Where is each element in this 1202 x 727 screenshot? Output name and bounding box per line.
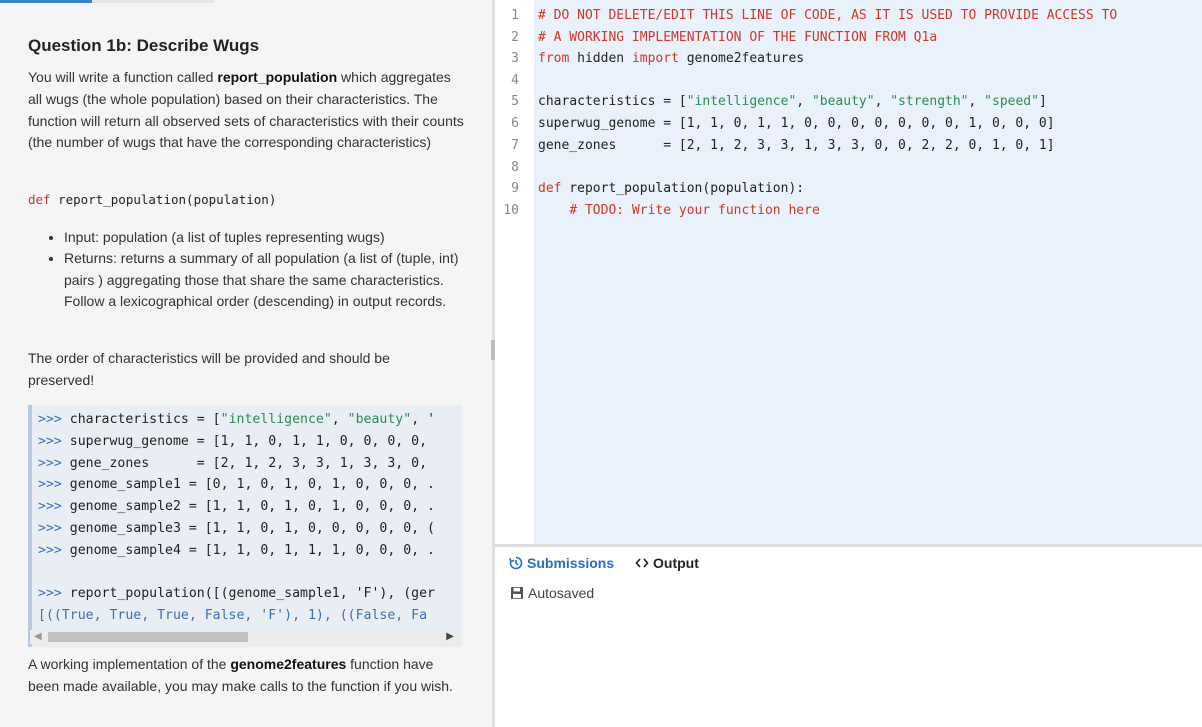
line-number: 2 — [511, 30, 519, 45]
line-number-gutter: 1 2 3 4 5 6 7 8 9 10 — [495, 0, 534, 546]
autosave-status: Autosaved — [510, 585, 594, 603]
code-line-3[interactable]: from hidden import genome2features — [538, 48, 804, 70]
code-line-10[interactable]: # TODO: Write your function here — [538, 200, 819, 222]
scroll-right-icon[interactable]: ▶ — [446, 631, 454, 642]
code-line-1[interactable]: # DO NOT DELETE/EDIT THIS LINE OF CODE, … — [538, 5, 1117, 27]
line-number: 10 — [503, 203, 519, 218]
history-icon — [509, 556, 523, 573]
line-number: 5 — [511, 94, 519, 109]
line-number: 9 — [511, 181, 519, 196]
doctest-scrollbar[interactable]: ◀ ▶ — [30, 630, 460, 644]
editor-resize-bar[interactable] — [495, 544, 1202, 547]
question-intro: You will write a function called report_… — [28, 69, 464, 151]
line-number: 8 — [511, 160, 519, 175]
tab-output[interactable]: Output — [635, 555, 699, 573]
code-line-9[interactable]: def report_population(population): — [538, 178, 804, 200]
line-number: 4 — [511, 73, 519, 88]
function-name: genome2features — [230, 656, 347, 672]
list-item: Input: population (a list of tuples repr… — [64, 227, 468, 248]
doctest-example[interactable]: >>> characteristics = ["intelligence", "… — [28, 405, 462, 647]
code-editor[interactable]: 1 2 3 4 5 6 7 8 9 10 # DO NOT DELETE/EDI… — [495, 0, 1202, 546]
line-number: 3 — [511, 51, 519, 66]
code-line-5[interactable]: characteristics = ["intelligence", "beau… — [538, 91, 1047, 113]
code-text-area[interactable] — [534, 0, 1202, 546]
code-line-7[interactable]: gene_zones = [2, 1, 2, 3, 3, 1, 3, 3, 0,… — [538, 135, 1055, 157]
line-number: 7 — [511, 138, 519, 153]
scrollbar-thumb[interactable] — [48, 632, 248, 642]
code-line-6[interactable]: superwug_genome = [1, 1, 0, 1, 1, 0, 0, … — [538, 113, 1055, 135]
function-name: report_population — [217, 69, 338, 85]
line-number: 1 — [511, 8, 519, 23]
code-brackets-icon — [635, 556, 649, 573]
footer-note: A working implementation of the genome2f… — [28, 656, 453, 694]
list-item: Returns: returns a summary of all popula… — [64, 248, 468, 312]
order-note: The order of characteristics will be pro… — [28, 350, 390, 388]
question-pane: Question 1b: Describe Wugs You will writ… — [0, 0, 492, 727]
tab-track — [92, 0, 214, 3]
line-number: 6 — [511, 116, 519, 131]
tab-submissions[interactable]: Submissions — [509, 555, 614, 573]
code-line-2[interactable]: # A WORKING IMPLEMENTATION OF THE FUNCTI… — [538, 27, 937, 49]
function-signature: def report_population(population) — [28, 192, 277, 207]
active-tab-indicator — [0, 0, 92, 3]
spec-list: Input: population (a list of tuples repr… — [28, 227, 468, 313]
floppy-disk-icon — [510, 586, 524, 603]
scroll-left-icon[interactable]: ◀ — [34, 631, 42, 642]
question-title: Question 1b: Describe Wugs — [28, 36, 260, 55]
